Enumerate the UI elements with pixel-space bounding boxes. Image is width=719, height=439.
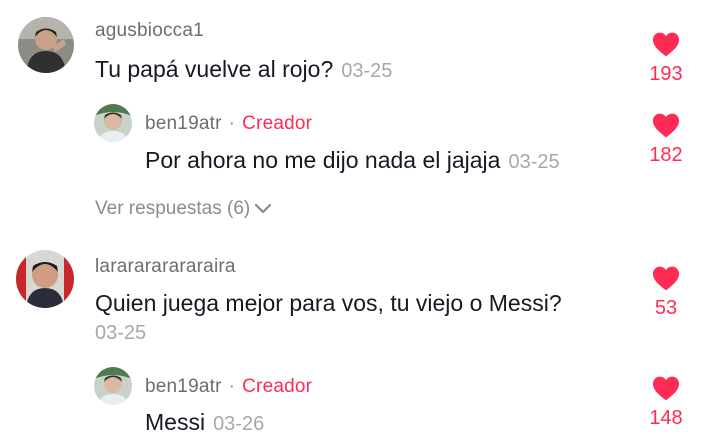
avatar[interactable] [16,250,74,308]
comment-body: Tu papá vuelve al rojo? [95,56,334,82]
heart-icon[interactable] [652,266,680,291]
reply-username[interactable]: ben19atr [145,113,222,134]
reply-body: Por ahora no me dijo nada el jajaja [145,147,501,173]
like-button[interactable]: 193 [636,32,696,86]
view-replies-label: Ver respuestas (6) [95,198,251,219]
comment-username[interactable]: lararararararaira [95,256,236,278]
avatar[interactable] [94,104,132,142]
view-replies-button[interactable]: Ver respuestas (6) [95,198,272,220]
reply-text: Messi 03-26 [145,409,264,436]
separator-dot: · [228,376,236,397]
like-button[interactable]: 148 [636,376,696,430]
reply-text: Por ahora no me dijo nada el jajaja 03-25 [145,147,560,174]
chevron-down-icon [255,203,272,214]
reply-body: Messi [145,409,206,435]
comment-username[interactable]: agusbiocca1 [95,20,204,42]
comment-text: Tu papá vuelve al rojo? 03-25 [95,56,392,83]
comment-text: Quien juega mejor para vos, tu viejo o M… [95,290,562,316]
heart-icon[interactable] [652,113,680,138]
reply-username[interactable]: ben19atr [145,376,222,397]
like-count: 193 [649,63,683,85]
reply-date: 03-25 [508,151,560,173]
like-count: 148 [649,407,683,429]
creator-badge: Creador [242,376,313,397]
reply-header: ben19atr · Creador [145,376,312,398]
avatar[interactable] [18,17,74,73]
reply-date: 03-26 [213,413,265,435]
like-count: 182 [649,144,683,166]
comment-date: 03-25 [95,322,147,344]
heart-icon[interactable] [652,376,680,401]
like-count: 53 [654,297,678,319]
like-button[interactable]: 182 [636,113,696,167]
creator-badge: Creador [242,113,313,134]
reply-header: ben19atr · Creador [145,113,312,135]
heart-icon[interactable] [652,32,680,57]
like-button[interactable]: 53 [636,266,696,320]
comment-date: 03-25 [341,60,393,82]
avatar[interactable] [94,367,132,405]
separator-dot: · [228,113,236,134]
